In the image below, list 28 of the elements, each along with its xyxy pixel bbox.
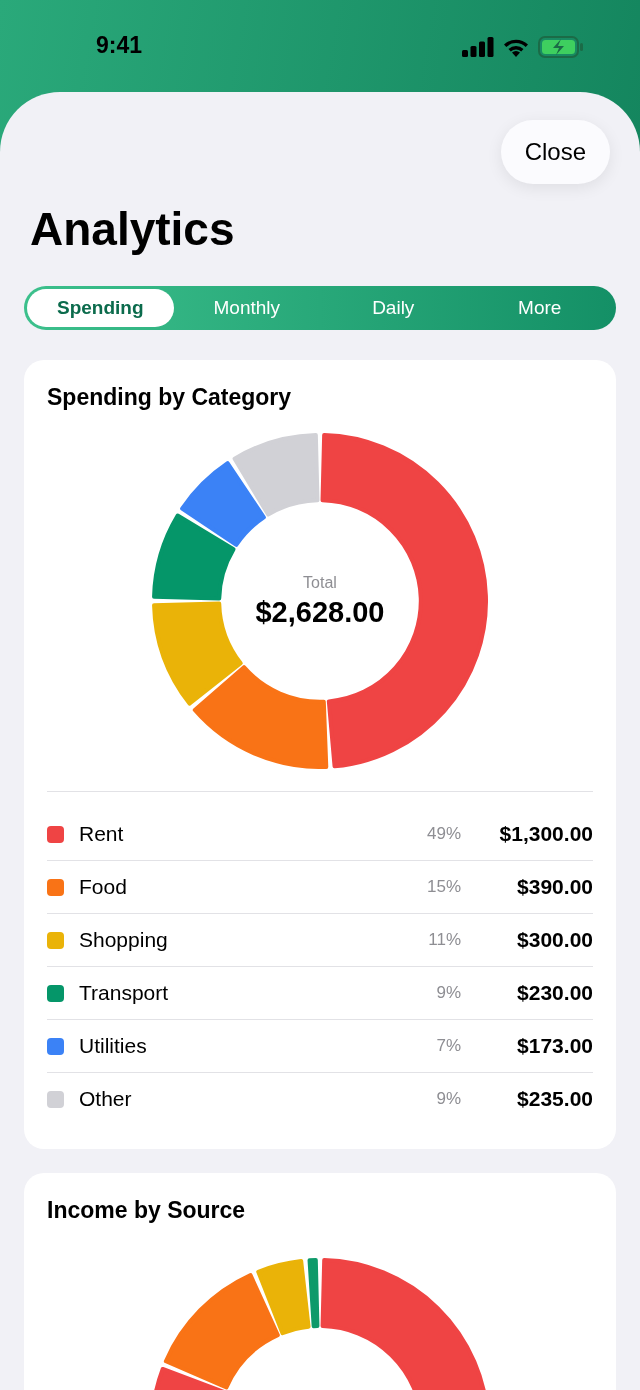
total-label: Total <box>303 573 337 592</box>
category-percent: 15% <box>425 877 461 897</box>
segment-tab[interactable]: More <box>466 289 613 327</box>
close-button[interactable]: Close <box>500 120 610 184</box>
total-value: $2,628.00 <box>255 595 385 629</box>
card-title: Income by Source <box>47 1197 247 1224</box>
card-title: Spending by Category <box>47 384 293 411</box>
segment-tab[interactable]: Spending <box>27 289 174 327</box>
category-percent: 9% <box>435 1089 461 1109</box>
category-amount: $300.00 <box>516 928 593 952</box>
category-amount: $230.00 <box>516 981 593 1005</box>
category-percent: 49% <box>425 824 461 844</box>
segment-tab[interactable]: Monthly <box>173 289 320 327</box>
category-percent: 7% <box>435 1036 461 1056</box>
status-time: 9:41 <box>96 32 143 59</box>
segment-tab[interactable]: Daily <box>320 289 467 327</box>
category-name: Food <box>79 875 128 899</box>
category-percent: 9% <box>435 983 461 1003</box>
category-amount: $1,300.00 <box>498 822 593 846</box>
category-name: Transport <box>79 981 170 1005</box>
category-name: Utilities <box>79 1034 148 1058</box>
category-name: Shopping <box>79 928 169 952</box>
category-name: Rent <box>79 822 125 846</box>
category-amount: $390.00 <box>516 875 593 899</box>
category-amount: $173.00 <box>516 1034 593 1058</box>
category-amount: $235.00 <box>516 1087 593 1111</box>
category-name: Other <box>79 1087 133 1111</box>
category-percent: 11% <box>427 930 461 950</box>
